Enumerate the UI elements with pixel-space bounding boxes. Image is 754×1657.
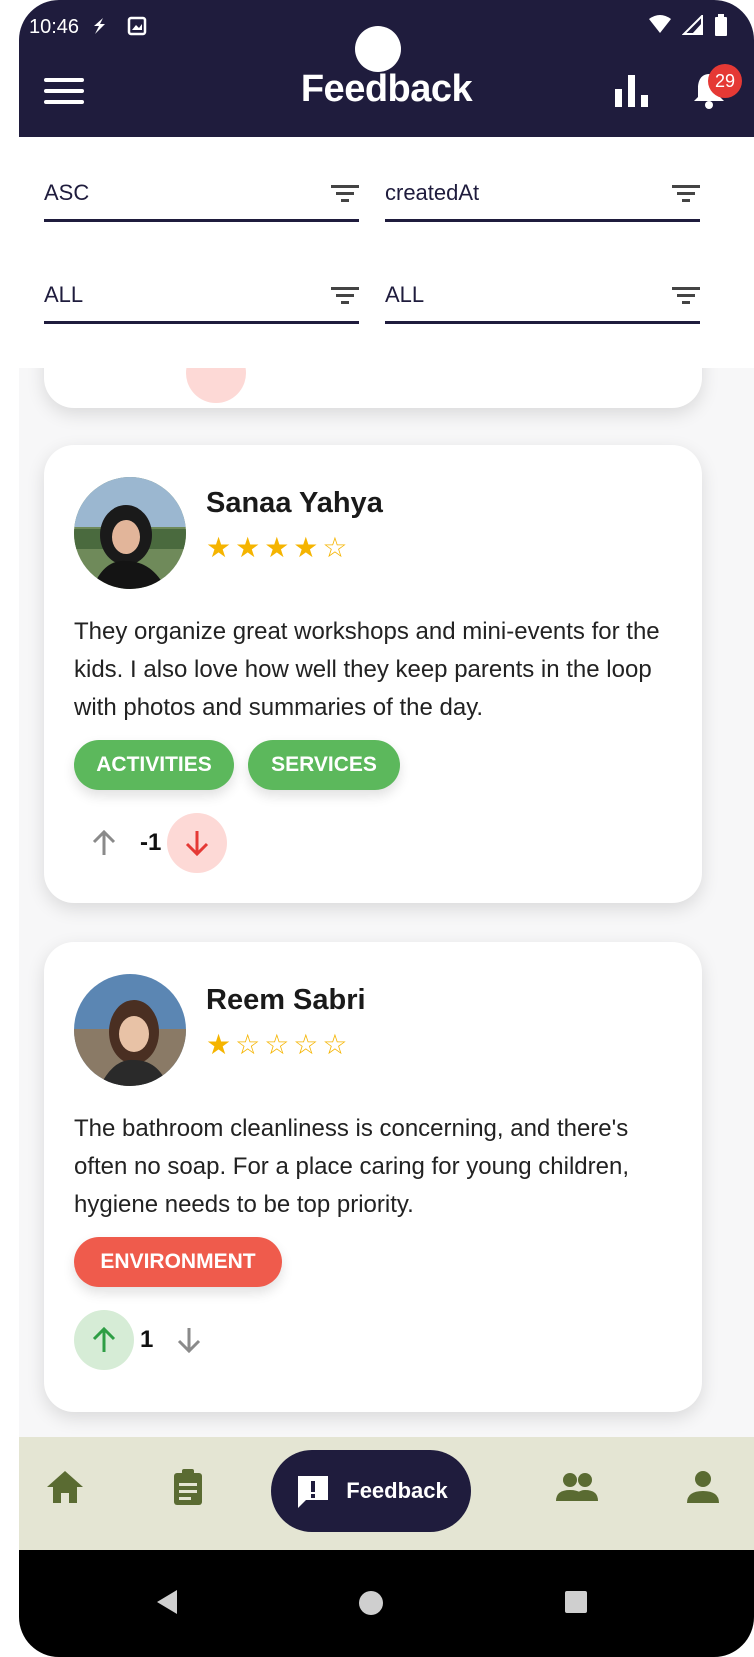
clipboard-icon[interactable]: [168, 1467, 208, 1507]
phone-screen: 10:46 Feedback 29 ASC createdAt ALL ALL …: [19, 0, 754, 1657]
sort-order-select[interactable]: ASC: [44, 167, 359, 222]
filter-icon: [672, 287, 700, 304]
filter-icon: [331, 287, 359, 304]
filter-icon: [331, 185, 359, 202]
feedback-comment: They organize great workshops and mini-e…: [74, 618, 660, 721]
vote-controls: 1: [74, 1310, 219, 1370]
avatar-photo: [74, 974, 186, 1086]
downvote-button[interactable]: [159, 1310, 219, 1370]
tag-chip: SERVICES: [248, 740, 400, 790]
arrow-up-icon: [92, 829, 116, 855]
vote-controls: -1: [74, 813, 228, 873]
avatar: [74, 477, 186, 589]
status-notification-icons: [89, 16, 147, 36]
system-navigation-bar: [19, 1550, 754, 1657]
signal-icon: [682, 15, 703, 35]
wifi-icon: [649, 15, 671, 33]
vote-score: -1: [140, 829, 162, 856]
upvote-button[interactable]: [74, 1310, 134, 1370]
nav-feedback-label: Feedback: [346, 1478, 448, 1503]
app-bar: 10:46 Feedback 29: [19, 0, 754, 137]
camera-cutout: [355, 26, 401, 72]
back-icon[interactable]: [155, 1588, 179, 1616]
upvote-button[interactable]: [74, 813, 134, 873]
filter-icon: [672, 185, 700, 202]
feedback-card: Reem Sabri ★☆☆☆☆ The bathroom cleanlines…: [44, 942, 702, 1412]
bar-chart-icon[interactable]: [613, 73, 653, 107]
tag-chip: ENVIRONMENT: [74, 1237, 282, 1287]
star-rating: ★☆☆☆☆: [206, 1029, 352, 1060]
feedback-card-partial: [44, 368, 702, 408]
star-rating: ★★★★☆: [206, 532, 352, 563]
sort-field-select[interactable]: createdAt: [385, 167, 700, 222]
bottom-navigation: Feedback: [19, 1437, 754, 1550]
category-filter-select[interactable]: ALL: [44, 269, 359, 324]
battery-icon: [715, 14, 727, 36]
home-circle-icon[interactable]: [358, 1590, 384, 1616]
downvote-button[interactable]: [186, 368, 246, 403]
person-icon[interactable]: [683, 1467, 723, 1507]
image-icon: [127, 16, 147, 36]
rating-filter-select[interactable]: ALL: [385, 269, 700, 324]
vote-score: 1: [140, 1326, 154, 1353]
group-icon[interactable]: [554, 1467, 600, 1507]
feedback-card: Sanaa Yahya ★★★★☆ They organize great wo…: [44, 445, 702, 903]
feedback-comment: The bathroom cleanliness is concerning, …: [74, 1115, 629, 1218]
nav-feedback-tab[interactable]: Feedback: [271, 1450, 471, 1532]
arrow-up-icon: [92, 1326, 116, 1352]
recents-icon[interactable]: [564, 1590, 588, 1614]
status-system-icons: [648, 14, 728, 36]
tag-chip: ACTIVITIES: [74, 740, 234, 790]
notification-badge: 29: [708, 64, 742, 98]
arrow-down-icon: [186, 831, 209, 857]
arrow-down-icon: [178, 1328, 201, 1354]
home-icon[interactable]: [45, 1467, 85, 1507]
feedback-icon: [298, 1476, 329, 1508]
downvote-button[interactable]: [167, 813, 228, 873]
category-filter-value: ALL: [44, 282, 84, 307]
status-time: 10:46: [29, 16, 80, 38]
rating-filter-value: ALL: [385, 282, 425, 307]
sort-field-value: createdAt: [385, 180, 480, 205]
avatar-photo: [74, 477, 186, 589]
filter-panel: ASC createdAt ALL ALL: [19, 137, 754, 368]
reviewer-name: Sanaa Yahya: [206, 487, 383, 519]
sort-order-value: ASC: [44, 180, 90, 205]
avatar: [74, 974, 186, 1086]
feedback-list[interactable]: Sanaa Yahya ★★★★☆ They organize great wo…: [19, 368, 754, 1437]
reviewer-name: Reem Sabri: [206, 984, 366, 1016]
bolt-icon: [94, 18, 105, 34]
